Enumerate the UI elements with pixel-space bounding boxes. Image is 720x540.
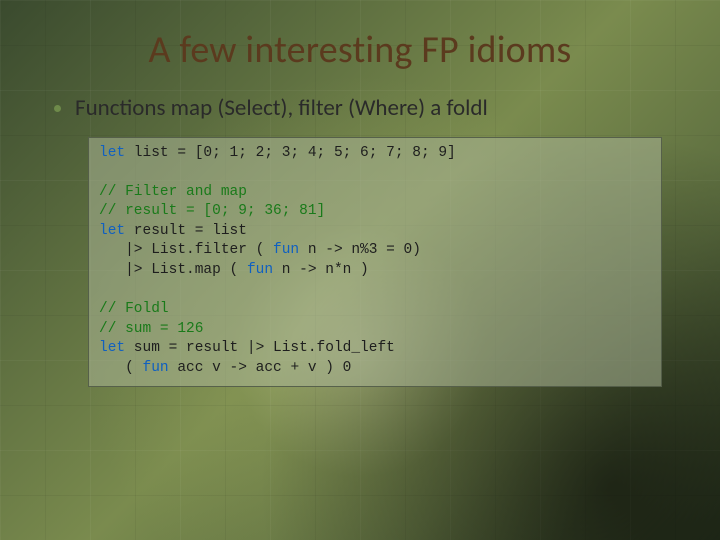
bullet-icon bbox=[54, 105, 61, 112]
code-block: let list = [0; 1; 2; 3; 4; 5; 6; 7; 8; 9… bbox=[88, 137, 662, 388]
code-text: n -> n*n ) bbox=[273, 262, 369, 278]
code-text: result = list bbox=[125, 223, 247, 239]
code-text: list = [0; 1; 2; 3; 4; 5; 6; 7; 8; 9] bbox=[125, 145, 456, 161]
code-comment: // Filter and map bbox=[99, 184, 247, 200]
code-comment: // Foldl bbox=[99, 301, 169, 317]
code-keyword: let bbox=[99, 145, 125, 161]
slide: A few interesting FP idioms Functions ma… bbox=[0, 0, 720, 540]
bullet-row: Functions map (Select), filter (Where) a… bbox=[54, 94, 672, 123]
code-text: |> List.filter ( bbox=[99, 242, 273, 258]
code-text: |> List.map ( bbox=[99, 262, 247, 278]
code-keyword: fun bbox=[247, 262, 273, 278]
code-text: acc v -> acc + v ) 0 bbox=[169, 360, 352, 376]
slide-title: A few interesting FP idioms bbox=[48, 30, 672, 72]
code-text: n -> n%3 = 0) bbox=[299, 242, 421, 258]
bullet-text: Functions map (Select), filter (Where) a… bbox=[75, 94, 488, 123]
code-keyword: let bbox=[99, 340, 125, 356]
code-keyword: fun bbox=[273, 242, 299, 258]
code-text: sum = result |> List.fold_left bbox=[125, 340, 395, 356]
code-comment: // result = [0; 9; 36; 81] bbox=[99, 203, 325, 219]
code-keyword: fun bbox=[143, 360, 169, 376]
code-keyword: let bbox=[99, 223, 125, 239]
code-text: ( bbox=[99, 360, 143, 376]
code-comment: // sum = 126 bbox=[99, 321, 203, 337]
